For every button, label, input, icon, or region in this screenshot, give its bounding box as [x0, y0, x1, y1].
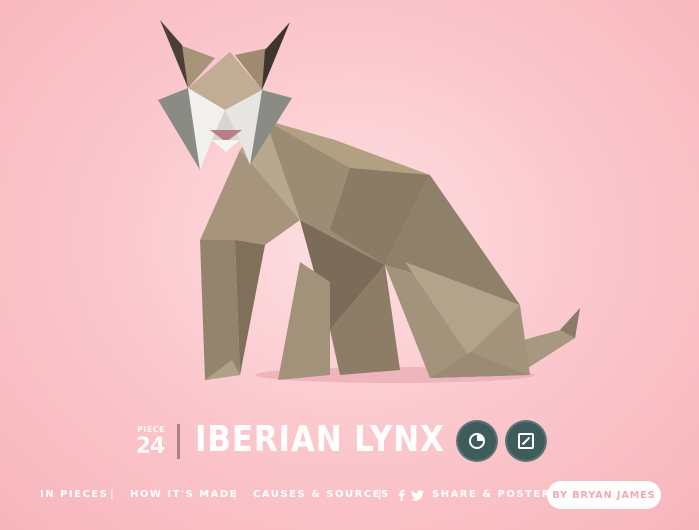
piece-number: 24 [135, 434, 166, 459]
pie-chart-icon [469, 433, 485, 449]
nav-how-its-made[interactable]: HOW IT'S MADE [130, 489, 238, 500]
lynx-chin [212, 140, 240, 152]
twitter-icon[interactable] [411, 488, 424, 506]
footer-nav: IN PIECES | HOW IT'S MADE | CAUSES & SOU… [0, 480, 699, 510]
piece-label: PIECE [137, 425, 166, 434]
social-links [398, 488, 424, 506]
facebook-icon[interactable] [398, 488, 405, 506]
nav-separator: | [110, 489, 114, 500]
species-title: IBERIAN LYNX [195, 419, 445, 460]
nav-separator: | [233, 489, 237, 500]
lynx-front-leg-left-shade [235, 240, 265, 375]
nav-separator: | [378, 489, 382, 500]
edit-square-icon [518, 433, 534, 449]
nav-in-pieces[interactable]: IN PIECES [40, 489, 108, 500]
author-label: BY BRYAN JAMES [552, 489, 656, 501]
statistics-button[interactable] [456, 420, 498, 462]
title-bar: PIECE 24 IBERIAN LYNX [0, 418, 699, 468]
page: PIECE 24 IBERIAN LYNX IN PIECES | HOW IT… [0, 0, 699, 530]
lynx-back-leg [278, 262, 330, 380]
edit-button[interactable] [505, 420, 547, 462]
title-divider [177, 424, 180, 459]
nav-causes-sources[interactable]: CAUSES & SOURCES [253, 489, 390, 500]
nav-share-poster[interactable]: SHARE & POSTER [432, 489, 551, 500]
lynx-front-leg-left [200, 240, 240, 380]
author-button[interactable]: BY BRYAN JAMES [547, 481, 661, 509]
lynx-ear-right-tip [262, 22, 290, 90]
